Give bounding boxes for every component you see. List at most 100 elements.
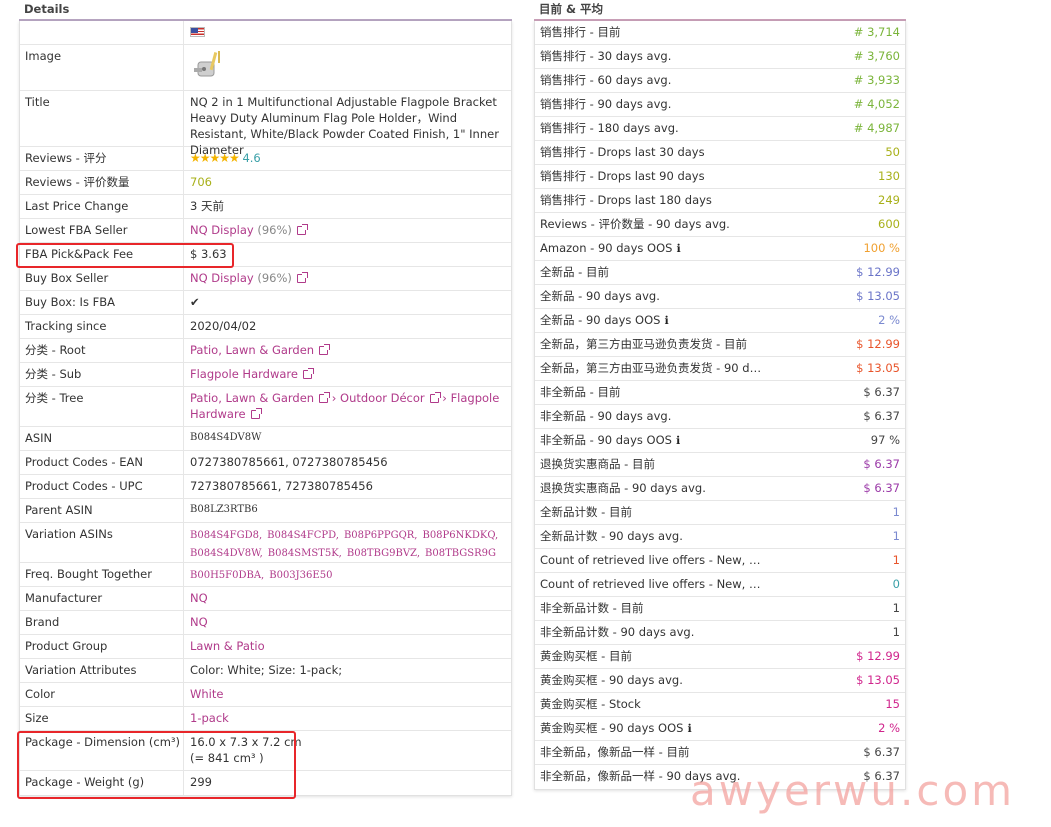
- stat-label: 非全新品，像新品一样 - 目前: [540, 741, 689, 764]
- info-icon[interactable]: ℹ: [664, 314, 668, 327]
- stat-row: 销售排行 - Drops last 30 days 50: [535, 141, 905, 165]
- reviews-rating-value: 4.6: [242, 151, 261, 165]
- current-avg-table: 销售排行 - 目前 # 3,714 销售排行 - 30 days avg. # 3,7…: [534, 21, 906, 790]
- category-tree-link-1[interactable]: Patio, Lawn & Garden: [190, 391, 314, 405]
- stat-row: 销售排行 - 30 days avg. # 3,760: [535, 45, 905, 69]
- stat-label-text: 非全新品计数 - 目前: [540, 601, 644, 615]
- info-icon[interactable]: ℹ: [676, 242, 680, 255]
- variation-asin-link[interactable]: B08P6NKDKQ,: [422, 530, 498, 541]
- stat-value: 130: [878, 169, 900, 183]
- product-thumbnail[interactable]: [190, 48, 226, 84]
- us-flag-icon: [190, 27, 205, 37]
- stat-label-text: 非全新品 - 90 days OOS: [540, 433, 672, 447]
- stat-value: 2 %: [878, 313, 900, 327]
- size-link[interactable]: 1-pack: [184, 707, 511, 730]
- category-root-label: 分类 - Root: [20, 339, 184, 362]
- stat-label-text: 非全新品计数 - 90 days avg.: [540, 625, 695, 639]
- stat-row: 退换货实惠商品 - 90 days avg. $ 6.37: [535, 477, 905, 501]
- brand-link[interactable]: NQ: [184, 611, 511, 634]
- size-label: Size: [20, 707, 184, 730]
- color-link[interactable]: White: [184, 683, 511, 706]
- stat-row: 全新品，第三方由亚马逊负责发货 - 90 days avg. $ 13.05: [535, 357, 905, 381]
- category-root-link[interactable]: Patio, Lawn & Garden: [190, 343, 314, 357]
- variation-asin-link[interactable]: B08TBGSR9G: [425, 548, 496, 559]
- product-title: NQ 2 in 1 Multifunctional Adjustable Fla…: [190, 95, 499, 157]
- variation-asin-link[interactable]: B08TBG9BVZ,: [347, 548, 420, 559]
- package-dimension-label: Package - Dimension (cm³): [20, 731, 184, 770]
- stat-label-text: 退换货实惠商品 - 目前: [540, 457, 655, 471]
- asin-row: ASIN B084S4DV8W: [20, 427, 511, 451]
- external-link-icon[interactable]: [319, 344, 331, 355]
- stat-label-text: 全新品，第三方由亚马逊负责发货 - 90 days avg.: [540, 361, 765, 375]
- tracking-since-value: 2020/04/02: [190, 319, 257, 333]
- external-link-icon[interactable]: [302, 368, 314, 379]
- stat-row: Amazon - 90 days OOS ℹ 100 %: [535, 237, 905, 261]
- stat-label: 全新品 - 90 days OOS ℹ: [540, 309, 669, 332]
- stat-label: 非全新品 - 目前: [540, 381, 620, 404]
- stat-row: 销售排行 - 目前 # 3,714: [535, 21, 905, 45]
- color-label: Color: [20, 683, 184, 706]
- lowest-fba-seller-link[interactable]: NQ Display: [190, 223, 254, 237]
- stat-row: 非全新品，像新品一样 - 目前 $ 6.37: [535, 741, 905, 765]
- stat-label: 销售排行 - Drops last 180 days: [540, 189, 712, 212]
- title-row: Title NQ 2 in 1 Multifunctional Adjustab…: [20, 91, 511, 157]
- stat-label-text: 全新品计数 - 目前: [540, 505, 632, 519]
- stat-label-text: 全新品计数 - 90 days avg.: [540, 529, 683, 543]
- stat-value: # 4,052: [853, 97, 900, 111]
- variation-asin-link[interactable]: B084SMST5K,: [268, 548, 342, 559]
- stat-label: 全新品计数 - 目前: [540, 501, 632, 524]
- freq-bought-link[interactable]: B003J36E50: [269, 570, 332, 581]
- product-group-link[interactable]: Lawn & Patio: [184, 635, 511, 658]
- buy-box-seller-link[interactable]: NQ Display: [190, 271, 254, 285]
- stat-value: # 4,987: [853, 121, 900, 135]
- stat-label-text: 全新品 - 目前: [540, 265, 609, 279]
- buy-box-seller-pct: (96%): [257, 271, 292, 285]
- stat-label: 销售排行 - 目前: [540, 21, 620, 44]
- variation-asin-link[interactable]: B084S4FGD8,: [190, 530, 262, 541]
- reviews-count-row: Reviews - 评价数量 706: [20, 171, 511, 195]
- stat-label-text: Count of retrieved live offers - New, FB…: [540, 577, 765, 591]
- category-tree-link-2[interactable]: Outdoor Décor: [340, 391, 425, 405]
- package-weight-label: Package - Weight (g): [20, 771, 184, 795]
- lowest-fba-seller-row: Lowest FBA Seller NQ Display (96%): [20, 219, 511, 243]
- variation-asin-link[interactable]: B084S4DV8W,: [190, 548, 263, 559]
- last-price-change-row: Last Price Change 3 天前: [20, 195, 511, 219]
- asin-value: B084S4DV8W: [190, 432, 262, 443]
- parent-asin-value: B08LZ3RTB6: [190, 504, 258, 515]
- stat-label: Amazon - 90 days OOS ℹ: [540, 237, 681, 260]
- buy-box-seller-label: Buy Box Seller: [20, 267, 184, 290]
- external-link-icon[interactable]: [429, 392, 441, 403]
- reviews-rating-row: Reviews - 评分 ★★★★★ 4.6: [20, 147, 511, 171]
- info-icon[interactable]: ℹ: [676, 434, 680, 447]
- category-sub-row: 分类 - Sub Flagpole Hardware: [20, 363, 511, 387]
- variation-asins-list: B084S4FGD8, B084S4FCPD, B08P6PPGQR, B08P6NK…: [184, 523, 511, 562]
- category-sub-link[interactable]: Flagpole Hardware: [190, 367, 298, 381]
- external-link-icon[interactable]: [296, 272, 308, 283]
- manufacturer-link[interactable]: NQ: [184, 587, 511, 610]
- stat-label-text: 非全新品 - 90 days avg.: [540, 409, 672, 423]
- stat-row: 全新品 - 目前 $ 12.99: [535, 261, 905, 285]
- external-link-icon[interactable]: [296, 224, 308, 235]
- stat-value: # 3,714: [853, 25, 900, 39]
- details-panel: Details Image Title NQ 2 in 1 Multifunct…: [19, 0, 512, 796]
- stat-value: $ 6.37: [863, 409, 900, 423]
- stat-label: Count of retrieved live offers - New, FB…: [540, 573, 765, 596]
- tracking-since-label: Tracking since: [20, 315, 184, 338]
- external-link-icon[interactable]: [250, 408, 262, 419]
- parent-asin-label: Parent ASIN: [20, 499, 184, 522]
- freq-bought-link[interactable]: B00H5F0DBA,: [190, 570, 264, 581]
- stat-label-text: 销售排行 - Drops last 90 days: [540, 169, 705, 183]
- upc-value: 727380785661, 727380785456: [190, 479, 373, 493]
- variation-asin-link[interactable]: B08P6PPGQR,: [344, 530, 418, 541]
- stat-label-text: 销售排行 - 30 days avg.: [540, 49, 672, 63]
- stat-value: $ 6.37: [863, 481, 900, 495]
- info-icon[interactable]: ℹ: [687, 722, 691, 735]
- variation-asin-link[interactable]: B084S4FCPD,: [267, 530, 339, 541]
- external-link-icon[interactable]: [319, 392, 331, 403]
- color-row: Color White: [20, 683, 511, 707]
- stat-value: $ 12.99: [856, 337, 900, 351]
- stat-label: 黄金购买框 - Stock: [540, 693, 641, 716]
- last-price-change-label: Last Price Change: [20, 195, 184, 218]
- package-weight-row: Package - Weight (g) 299: [20, 771, 511, 795]
- stat-value: $ 6.37: [863, 385, 900, 399]
